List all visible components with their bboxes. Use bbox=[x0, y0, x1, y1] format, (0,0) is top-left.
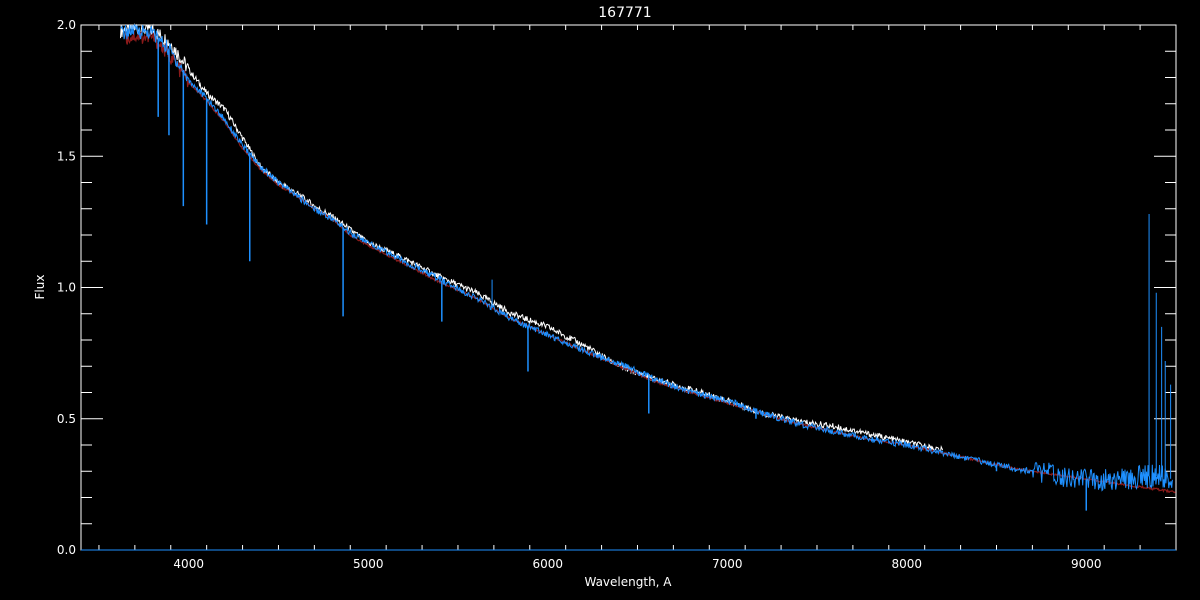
spectrum-observed-white bbox=[120, 23, 944, 454]
y-tick-label: 2.0 bbox=[57, 18, 76, 32]
plot-frame bbox=[80, 24, 1177, 551]
spectrum-chart: 167771 4000 5000 6000 7000 8000 9000 0.0 0.5 1.… bbox=[33, 5, 1177, 589]
x-tick-label: 5000 bbox=[353, 557, 384, 571]
y-tick-label: 0.5 bbox=[57, 412, 76, 426]
chart-title: 167771 bbox=[598, 5, 651, 21]
x-tick-label: 6000 bbox=[532, 557, 563, 571]
y-tick-label: 1.5 bbox=[57, 149, 76, 163]
x-axis-label: Wavelength, A bbox=[584, 575, 672, 589]
x-tick-label: 9000 bbox=[1071, 557, 1102, 571]
x-tick-label: 4000 bbox=[173, 557, 204, 571]
x-tick-label: 8000 bbox=[891, 557, 922, 571]
spectrum-observed-blue bbox=[120, 24, 1173, 492]
x-axis: 4000 5000 6000 7000 8000 9000 bbox=[98, 25, 1177, 571]
x-tick-label: 7000 bbox=[712, 557, 743, 571]
spectrum-model-red bbox=[125, 31, 1176, 494]
y-tick-label: 1.0 bbox=[57, 281, 76, 295]
y-axis: 0.0 0.5 1.0 1.5 2.0 bbox=[57, 18, 1176, 557]
y-axis-label: Flux bbox=[33, 275, 47, 300]
plot-area bbox=[81, 23, 1176, 551]
y-tick-label: 0.0 bbox=[57, 543, 76, 557]
